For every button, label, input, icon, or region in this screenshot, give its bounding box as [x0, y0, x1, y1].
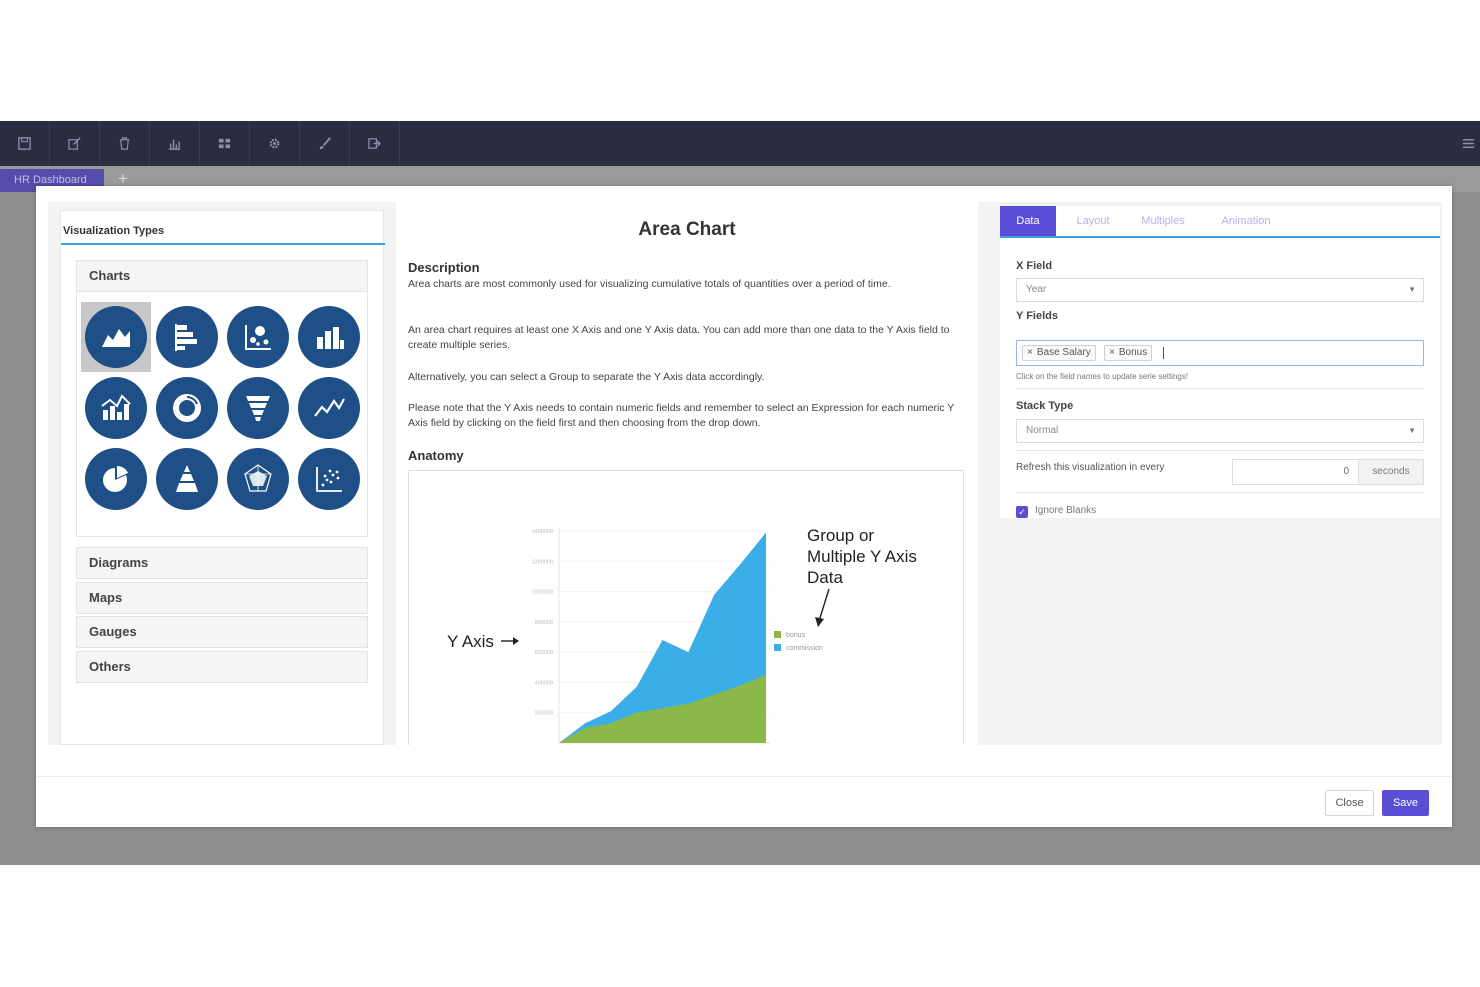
y-field-tag-label: Base Salary [1036, 347, 1091, 358]
area-chart-icon[interactable] [85, 306, 147, 368]
brush-icon[interactable] [300, 121, 350, 166]
trash-icon[interactable] [100, 121, 150, 166]
legend-label: bonus [786, 632, 806, 639]
y-field-tag[interactable]: × Bonus [1104, 345, 1153, 361]
visualization-types-panel: Visualization Types Charts Diagrams Maps… [60, 210, 385, 745]
description-paragraph: Area charts are most commonly used for v… [408, 278, 891, 290]
funnel-chart-icon[interactable] [227, 377, 289, 439]
refresh-label: Refresh this visualization in every [1016, 462, 1165, 473]
y-fields-help: Click on the field names to update serie… [1016, 372, 1189, 381]
pie-chart-icon[interactable] [85, 448, 147, 510]
bar-chart-icon[interactable] [150, 121, 200, 166]
y-tick-label: 600000 [535, 650, 553, 656]
toolbar [0, 121, 1480, 166]
visualization-types-title: Visualization Types [63, 225, 165, 237]
y-tick-label: 1400000 [532, 529, 553, 535]
settings-panel: Data Layout Multiples Animation X Field … [988, 202, 1442, 745]
refresh-interval-input[interactable]: 0 [1232, 459, 1360, 485]
y-field-tag-label: Bonus [1118, 347, 1148, 358]
charts-icon-grid [76, 292, 368, 537]
description-heading: Description [408, 260, 480, 275]
description-paragraph: An area chart requires at least one X Ax… [408, 324, 950, 351]
group-annotation: Group or Multiple Y Axis Data [807, 526, 917, 627]
chart-type-title: Area Chart [638, 219, 736, 240]
save-icon[interactable] [0, 121, 50, 166]
title-underline [61, 243, 385, 245]
grid-icon[interactable] [200, 121, 250, 166]
divider [1016, 492, 1424, 493]
group-annotation-line: Multiple Y Axis [807, 547, 917, 566]
y-tick-label: 1200000 [532, 559, 553, 565]
save-button[interactable]: Save [1382, 790, 1429, 816]
chevron-down-icon: ▼ [1408, 426, 1416, 435]
stack-type-value: Normal [1026, 425, 1059, 436]
gear-icon[interactable] [250, 121, 300, 166]
anatomy-figure: 200000 400000 600000 800000 1000000 1200000 14… [408, 470, 964, 745]
divider [1016, 450, 1424, 451]
legend-label: commission [786, 645, 823, 652]
y-tick-label: 1000000 [532, 590, 553, 596]
y-tick-label: 800000 [535, 620, 553, 626]
legend-swatch [774, 631, 781, 638]
y-fields-label: Y Fields [1016, 310, 1058, 322]
stack-type-select[interactable]: Normal ▼ [1016, 419, 1424, 443]
edit-icon[interactable] [50, 121, 100, 166]
modal-footer: Close Save [36, 776, 1452, 827]
x-field-value: Year [1026, 284, 1047, 295]
donut-chart-icon[interactable] [156, 377, 218, 439]
close-button[interactable]: Close [1325, 790, 1374, 816]
stack-type-label: Stack Type [1016, 400, 1074, 412]
x-field-label: X Field [1016, 260, 1053, 272]
visualization-modal: Visualization Types Charts Diagrams Maps… [36, 186, 1452, 827]
chart-info-panel: Area Chart Description Area charts are m… [396, 202, 978, 745]
description-paragraph: Alternatively, you can select a Group to… [408, 371, 765, 383]
group-others[interactable]: Others [76, 651, 368, 683]
y-tick-label: 200000 [535, 711, 553, 717]
menu-icon[interactable] [1456, 121, 1480, 166]
group-charts[interactable]: Charts [76, 260, 368, 292]
modal-body: Visualization Types Charts Diagrams Maps… [48, 202, 1442, 745]
y-field-tag[interactable]: × Base Salary [1022, 345, 1096, 361]
remove-tag-icon: × [1109, 347, 1115, 358]
scatter-chart-icon[interactable] [298, 448, 360, 510]
anatomy-heading: Anatomy [408, 448, 464, 463]
group-annotation-line: Group or [807, 526, 874, 545]
chevron-down-icon: ▼ [1408, 285, 1416, 294]
group-maps[interactable]: Maps [76, 582, 368, 614]
y-tick-label: 400000 [535, 680, 553, 686]
anatomy-chart: 200000 400000 600000 800000 1000000 1200000 14… [447, 526, 917, 744]
radar-chart-icon[interactable] [227, 448, 289, 510]
settings-card: Data Layout Multiples Animation X Field … [1000, 206, 1440, 518]
tab-data[interactable]: Data [1000, 206, 1056, 236]
remove-tag-icon: × [1027, 347, 1033, 358]
combo-chart-icon[interactable] [85, 377, 147, 439]
y-axis-annotation: Y Axis [447, 632, 519, 651]
y-axis-annotation-text: Y Axis [447, 632, 494, 651]
tab-underline [1000, 236, 1440, 238]
text-cursor [1163, 347, 1164, 359]
tab-animation[interactable]: Animation [1206, 206, 1286, 236]
share-icon[interactable] [350, 121, 400, 166]
column-chart-icon[interactable] [298, 306, 360, 368]
group-gauges[interactable]: Gauges [76, 616, 368, 648]
ignore-blanks-label: Ignore Blanks [1035, 505, 1097, 516]
group-annotation-line: Data [807, 568, 843, 587]
group-diagrams[interactable]: Diagrams [76, 547, 368, 579]
description-paragraph: Please note that the Y Axis needs to con… [408, 402, 955, 429]
tab-layout[interactable]: Layout [1060, 206, 1126, 236]
ignore-blanks-checkbox[interactable]: ✓ [1016, 506, 1028, 518]
pyramid-chart-icon[interactable] [156, 448, 218, 510]
line-chart-icon[interactable] [298, 377, 360, 439]
tab-multiples[interactable]: Multiples [1130, 206, 1196, 236]
divider [1016, 388, 1424, 389]
horizontal-bar-chart-icon[interactable] [156, 306, 218, 368]
refresh-unit: seconds [1358, 459, 1424, 485]
y-fields-input[interactable]: × Base Salary × Bonus [1016, 340, 1424, 366]
x-field-select[interactable]: Year ▼ [1016, 278, 1424, 302]
bubble-chart-icon[interactable] [227, 306, 289, 368]
legend-swatch [774, 644, 781, 651]
